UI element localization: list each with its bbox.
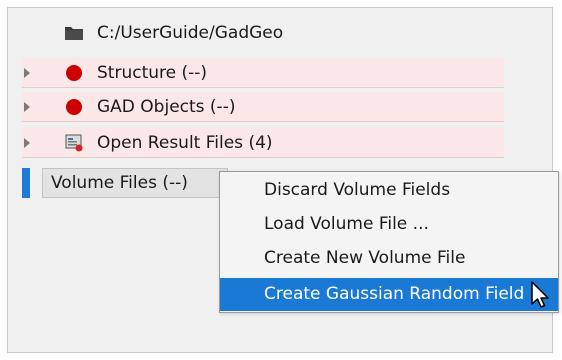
tree-item-structure[interactable]: Structure (--) bbox=[22, 58, 504, 88]
folder-icon bbox=[64, 24, 84, 42]
tree-item-label: Volume Files (--) bbox=[51, 173, 188, 193]
mouse-pointer-icon bbox=[530, 280, 554, 312]
expand-arrow-icon[interactable] bbox=[24, 138, 30, 148]
tree-item-label: Open Result Files (4) bbox=[97, 133, 273, 153]
expand-arrow-icon[interactable] bbox=[24, 68, 30, 78]
red-status-dot-icon bbox=[66, 65, 82, 81]
tree-root[interactable]: C:/UserGuide/GadGeo bbox=[22, 18, 504, 48]
menu-item-label: Load Volume File ... bbox=[264, 214, 429, 234]
tree-item-label: Structure (--) bbox=[97, 63, 208, 83]
context-menu: Discard Volume Fields Load Volume File .… bbox=[219, 171, 559, 313]
menu-item-load-volume-file[interactable]: Load Volume File ... bbox=[220, 208, 558, 241]
expand-arrow-icon[interactable] bbox=[24, 102, 30, 112]
red-status-dot-icon bbox=[66, 99, 82, 115]
tree-item-open-result-files[interactable]: Open Result Files (4) bbox=[22, 128, 504, 158]
tree-root-label: C:/UserGuide/GadGeo bbox=[97, 23, 284, 43]
menu-item-label: Discard Volume Fields bbox=[264, 180, 451, 200]
menu-item-label: Create New Volume File bbox=[264, 248, 466, 268]
menu-item-label: Create Gaussian Random Field bbox=[264, 284, 525, 304]
tree-item-label: GAD Objects (--) bbox=[97, 97, 236, 117]
tree-item-volume-files[interactable]: Volume Files (--) bbox=[42, 168, 228, 198]
tree-item-gad-objects[interactable]: GAD Objects (--) bbox=[22, 92, 504, 122]
menu-item-create-gaussian-random-field[interactable]: Create Gaussian Random Field bbox=[220, 278, 558, 311]
menu-item-create-new-volume-file[interactable]: Create New Volume File bbox=[220, 242, 558, 275]
menu-item-discard-volume-fields[interactable]: Discard Volume Fields bbox=[220, 174, 558, 207]
selection-indicator bbox=[22, 168, 30, 198]
result-file-icon bbox=[64, 134, 84, 152]
